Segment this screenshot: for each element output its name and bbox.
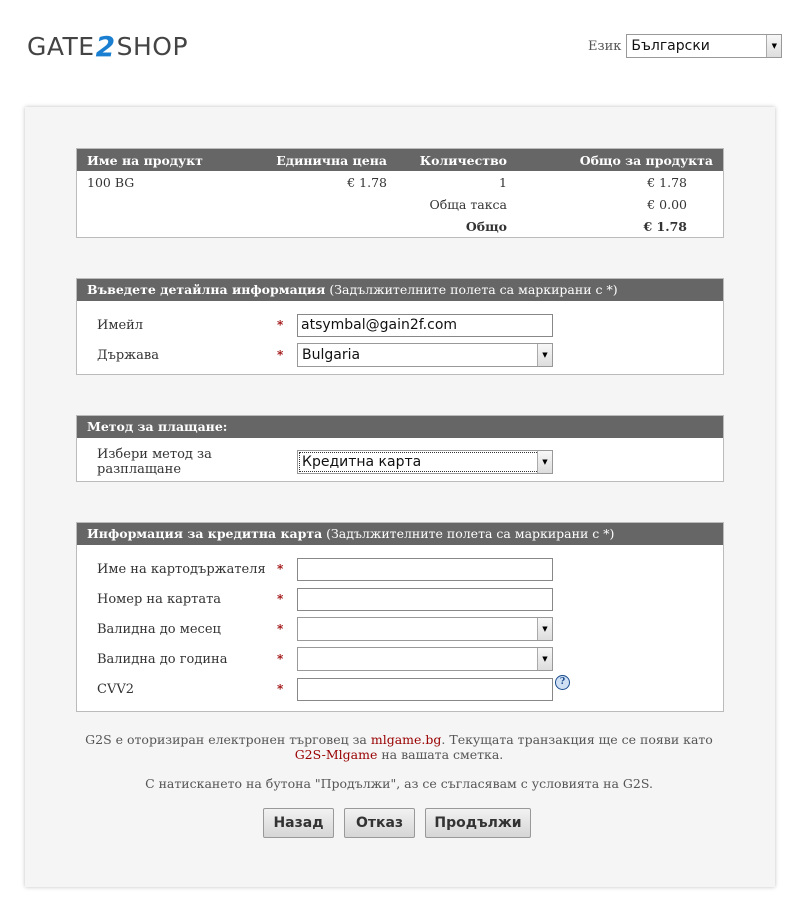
- language-selector-group: Език Български ▼: [588, 34, 783, 58]
- logo-text-mid: 2: [95, 29, 116, 63]
- table-row: 100 BG € 1.78 1 € 1.78: [77, 171, 723, 193]
- country-row: Държава * Bulgaria ▼: [97, 343, 553, 367]
- merchant-info: G2S е оторизиран електронен търговец за …: [0, 732, 798, 762]
- cardholder-name-field[interactable]: [297, 557, 553, 581]
- expiry-year-select[interactable]: ▼: [297, 647, 553, 671]
- products-table: Име на продукт Единична цена Количество …: [77, 149, 723, 237]
- expiry-month-row: Валидна до месец * ▼: [97, 617, 553, 641]
- merchant-info-line1: G2S е оторизиран електронен търговец за …: [85, 732, 713, 747]
- payment-method-value: Кредитна карта: [302, 454, 422, 470]
- fee-row: Обща такса € 0.00: [77, 193, 723, 215]
- help-icon[interactable]: ?: [555, 674, 570, 690]
- expiry-year-row: Валидна до година * ▼: [97, 647, 553, 671]
- product-name-cell: 100 BG: [87, 174, 135, 190]
- merchant-link[interactable]: mlgame.bg: [371, 732, 442, 747]
- descriptor-text: G2S-Mlgame: [294, 747, 378, 762]
- product-total-cell: € 1.78: [647, 174, 687, 190]
- total-label: Общо: [465, 218, 507, 234]
- country-select[interactable]: Bulgaria ▼: [297, 343, 553, 367]
- merchant-info-line2: G2S-Mlgame на вашата сметка.: [294, 747, 504, 762]
- fee-value: € 0.00: [647, 196, 687, 212]
- language-select[interactable]: Български ▼: [626, 34, 783, 58]
- terms-agreement-text: С натискането на бутона "Продължи", аз с…: [145, 776, 653, 791]
- logo-text-right: SHOP: [116, 31, 189, 61]
- fee-label: Обща такса: [429, 196, 507, 212]
- payment-method-label: Избери метод за разплащане: [97, 447, 212, 477]
- logo-text-left: GATE: [27, 31, 95, 61]
- required-marker: *: [277, 622, 284, 636]
- required-marker: *: [277, 562, 284, 576]
- chevron-down-icon: ▼: [537, 618, 552, 640]
- required-marker: *: [277, 652, 284, 666]
- country-select-value: Bulgaria: [302, 347, 361, 363]
- email-label: Имейл: [97, 317, 144, 333]
- expiry-year-label: Валидна до година: [97, 651, 228, 667]
- total-row: Общо € 1.78: [77, 215, 723, 237]
- chevron-down-icon: ▼: [537, 451, 552, 473]
- checkout-panel: Име на продукт Единична цена Количество …: [25, 107, 775, 887]
- credit-card-title: Информация за кредитна карта (Задължител…: [77, 523, 723, 545]
- details-box: Въведете детайлна информация (Задължител…: [76, 278, 724, 375]
- payment-method-box: Метод за плащане: Избери метод за разпла…: [76, 415, 724, 482]
- expiry-month-select[interactable]: ▼: [297, 617, 553, 641]
- back-button[interactable]: Назад: [263, 808, 334, 838]
- country-label: Държава: [97, 347, 159, 363]
- required-marker: *: [277, 682, 284, 696]
- chevron-down-icon: ▼: [766, 35, 782, 57]
- cardholder-row: Име на картодържателя *: [97, 557, 553, 581]
- products-header-row: Име на продукт Единична цена Количество …: [77, 149, 723, 171]
- payment-method-title: Метод за плащане:: [77, 416, 723, 438]
- gate2shop-logo: GATE 2 SHOP: [27, 29, 189, 63]
- required-marker: *: [277, 348, 284, 362]
- required-marker: *: [277, 318, 284, 332]
- column-header-quantity: Количество: [397, 149, 517, 171]
- cancel-button[interactable]: Отказ: [344, 808, 415, 838]
- details-box-title: Въведете детайлна информация (Задължител…: [77, 279, 723, 301]
- required-marker: *: [277, 592, 284, 606]
- language-select-value: Български: [631, 38, 710, 54]
- chevron-down-icon: ▼: [537, 344, 552, 366]
- chevron-down-icon: ▼: [537, 648, 552, 670]
- column-header-unit-price: Единична цена: [237, 149, 397, 171]
- unit-price-cell: € 1.78: [347, 174, 387, 190]
- credit-card-box: Информация за кредитна карта (Задължител…: [76, 522, 724, 712]
- products-box: Име на продукт Единична цена Количество …: [76, 148, 724, 238]
- column-header-total: Общо за продукта: [517, 149, 723, 171]
- continue-button[interactable]: Продължи: [425, 808, 531, 838]
- payment-method-select[interactable]: Кредитна карта ▼: [297, 450, 553, 474]
- column-header-product: Име на продукт: [77, 149, 237, 171]
- card-number-field[interactable]: [297, 587, 553, 611]
- card-number-label: Номер на картата: [97, 591, 222, 607]
- email-row: Имейл * atsymbal@gain2f.com: [97, 313, 553, 337]
- cvv-field[interactable]: [297, 677, 553, 701]
- cardholder-label: Име на картодържателя: [97, 561, 266, 577]
- language-label: Език: [588, 38, 622, 54]
- email-field[interactable]: atsymbal@gain2f.com: [297, 313, 553, 337]
- quantity-cell: 1: [499, 174, 507, 190]
- expiry-month-label: Валидна до месец: [97, 621, 221, 637]
- cvv-row: CVV2 * ?: [97, 674, 570, 701]
- cvv-label: CVV2: [97, 681, 134, 697]
- card-number-row: Номер на картата *: [97, 587, 553, 611]
- total-value: € 1.78: [643, 218, 688, 234]
- payment-method-row: Избери метод за разплащане Кредитна карт…: [97, 447, 553, 477]
